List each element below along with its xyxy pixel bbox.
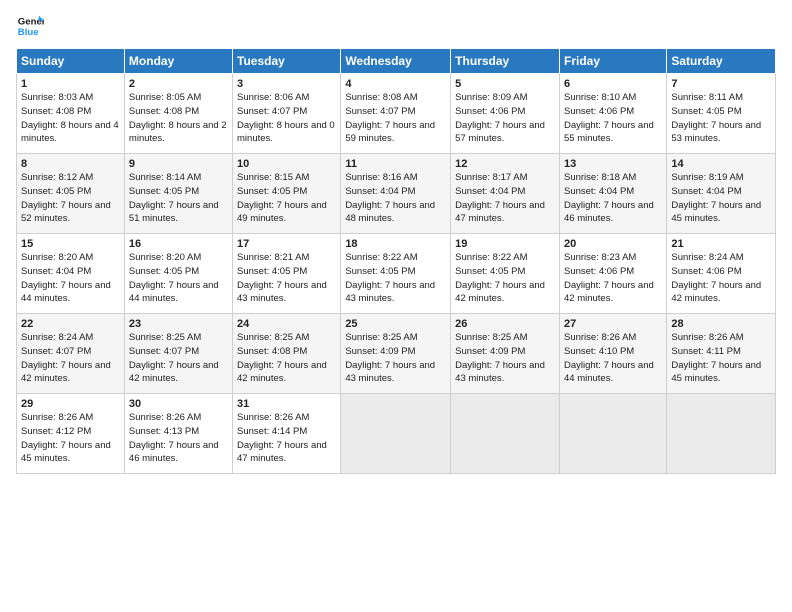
calendar-week-3: 15Sunrise: 8:20 AMSunset: 4:04 PMDayligh… <box>17 234 776 314</box>
day-cell-2: 2Sunrise: 8:05 AMSunset: 4:08 PMDaylight… <box>124 74 232 154</box>
day-cell-28: 28Sunrise: 8:26 AMSunset: 4:11 PMDayligh… <box>667 314 776 394</box>
day-cell-19: 19Sunrise: 8:22 AMSunset: 4:05 PMDayligh… <box>451 234 560 314</box>
col-header-sunday: Sunday <box>17 49 125 74</box>
logo: General Blue <box>16 12 48 40</box>
day-cell-5: 5Sunrise: 8:09 AMSunset: 4:06 PMDaylight… <box>451 74 560 154</box>
day-cell-14: 14Sunrise: 8:19 AMSunset: 4:04 PMDayligh… <box>667 154 776 234</box>
col-header-friday: Friday <box>559 49 666 74</box>
calendar-header-row: SundayMondayTuesdayWednesdayThursdayFrid… <box>17 49 776 74</box>
svg-text:Blue: Blue <box>18 27 39 38</box>
day-cell-27: 27Sunrise: 8:26 AMSunset: 4:10 PMDayligh… <box>559 314 666 394</box>
day-cell-12: 12Sunrise: 8:17 AMSunset: 4:04 PMDayligh… <box>451 154 560 234</box>
day-cell-13: 13Sunrise: 8:18 AMSunset: 4:04 PMDayligh… <box>559 154 666 234</box>
day-cell-29: 29Sunrise: 8:26 AMSunset: 4:12 PMDayligh… <box>17 394 125 474</box>
day-cell-24: 24Sunrise: 8:25 AMSunset: 4:08 PMDayligh… <box>233 314 341 394</box>
col-header-thursday: Thursday <box>451 49 560 74</box>
day-cell-10: 10Sunrise: 8:15 AMSunset: 4:05 PMDayligh… <box>233 154 341 234</box>
day-cell-25: 25Sunrise: 8:25 AMSunset: 4:09 PMDayligh… <box>341 314 451 394</box>
day-cell-18: 18Sunrise: 8:22 AMSunset: 4:05 PMDayligh… <box>341 234 451 314</box>
calendar-week-2: 8Sunrise: 8:12 AMSunset: 4:05 PMDaylight… <box>17 154 776 234</box>
col-header-wednesday: Wednesday <box>341 49 451 74</box>
col-header-monday: Monday <box>124 49 232 74</box>
col-header-tuesday: Tuesday <box>233 49 341 74</box>
day-cell-26: 26Sunrise: 8:25 AMSunset: 4:09 PMDayligh… <box>451 314 560 394</box>
day-cell-15: 15Sunrise: 8:20 AMSunset: 4:04 PMDayligh… <box>17 234 125 314</box>
day-cell-4: 4Sunrise: 8:08 AMSunset: 4:07 PMDaylight… <box>341 74 451 154</box>
day-cell-20: 20Sunrise: 8:23 AMSunset: 4:06 PMDayligh… <box>559 234 666 314</box>
col-header-saturday: Saturday <box>667 49 776 74</box>
day-cell-23: 23Sunrise: 8:25 AMSunset: 4:07 PMDayligh… <box>124 314 232 394</box>
day-cell-30: 30Sunrise: 8:26 AMSunset: 4:13 PMDayligh… <box>124 394 232 474</box>
day-cell-11: 11Sunrise: 8:16 AMSunset: 4:04 PMDayligh… <box>341 154 451 234</box>
day-cell-1: 1Sunrise: 8:03 AMSunset: 4:08 PMDaylight… <box>17 74 125 154</box>
empty-cell <box>667 394 776 474</box>
empty-cell <box>341 394 451 474</box>
day-cell-16: 16Sunrise: 8:20 AMSunset: 4:05 PMDayligh… <box>124 234 232 314</box>
day-cell-31: 31Sunrise: 8:26 AMSunset: 4:14 PMDayligh… <box>233 394 341 474</box>
calendar-week-4: 22Sunrise: 8:24 AMSunset: 4:07 PMDayligh… <box>17 314 776 394</box>
day-cell-22: 22Sunrise: 8:24 AMSunset: 4:07 PMDayligh… <box>17 314 125 394</box>
day-cell-21: 21Sunrise: 8:24 AMSunset: 4:06 PMDayligh… <box>667 234 776 314</box>
day-cell-17: 17Sunrise: 8:21 AMSunset: 4:05 PMDayligh… <box>233 234 341 314</box>
calendar-body: 1Sunrise: 8:03 AMSunset: 4:08 PMDaylight… <box>17 74 776 474</box>
logo-icon: General Blue <box>16 12 44 40</box>
day-cell-6: 6Sunrise: 8:10 AMSunset: 4:06 PMDaylight… <box>559 74 666 154</box>
calendar-table: SundayMondayTuesdayWednesdayThursdayFrid… <box>16 48 776 474</box>
day-cell-7: 7Sunrise: 8:11 AMSunset: 4:05 PMDaylight… <box>667 74 776 154</box>
page: General Blue SundayMondayTuesdayWednesda… <box>0 0 792 612</box>
empty-cell <box>559 394 666 474</box>
day-cell-8: 8Sunrise: 8:12 AMSunset: 4:05 PMDaylight… <box>17 154 125 234</box>
day-cell-9: 9Sunrise: 8:14 AMSunset: 4:05 PMDaylight… <box>124 154 232 234</box>
day-cell-3: 3Sunrise: 8:06 AMSunset: 4:07 PMDaylight… <box>233 74 341 154</box>
calendar-week-5: 29Sunrise: 8:26 AMSunset: 4:12 PMDayligh… <box>17 394 776 474</box>
empty-cell <box>451 394 560 474</box>
header: General Blue <box>16 12 776 40</box>
calendar-week-1: 1Sunrise: 8:03 AMSunset: 4:08 PMDaylight… <box>17 74 776 154</box>
